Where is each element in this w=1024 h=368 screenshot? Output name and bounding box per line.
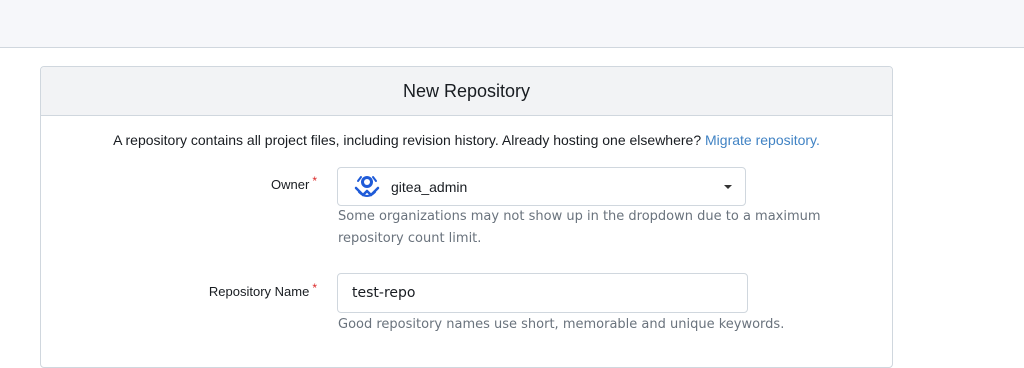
new-repository-form: New Repository A repository contains all… [40, 66, 893, 368]
gitea-logo-icon [353, 173, 381, 201]
repo-name-help-text: Good repository names use short, memorab… [338, 317, 785, 332]
repo-name-label: Repository Name * [208, 281, 317, 299]
intro-description: A repository contains all project files,… [113, 132, 706, 148]
intro-text: A repository contains all project files,… [41, 132, 892, 148]
page-title: New Repository [41, 67, 892, 116]
repo-name-required-mark: * [312, 281, 317, 295]
caret-down-icon [724, 184, 732, 189]
migrate-repository-link[interactable]: Migrate repository. [705, 132, 820, 148]
owner-help-text: Some organizations may not show up in th… [338, 209, 821, 246]
repository-name-input[interactable] [337, 273, 748, 313]
owner-selected-value: gitea_admin [391, 178, 468, 195]
owner-required-mark: * [312, 174, 317, 188]
top-navbar [0, 0, 1024, 48]
owner-label-text: Owner [271, 177, 310, 192]
owner-label: Owner * [271, 174, 317, 192]
repo-name-label-text: Repository Name [208, 284, 310, 299]
owner-dropdown[interactable]: gitea_admin [337, 167, 746, 206]
